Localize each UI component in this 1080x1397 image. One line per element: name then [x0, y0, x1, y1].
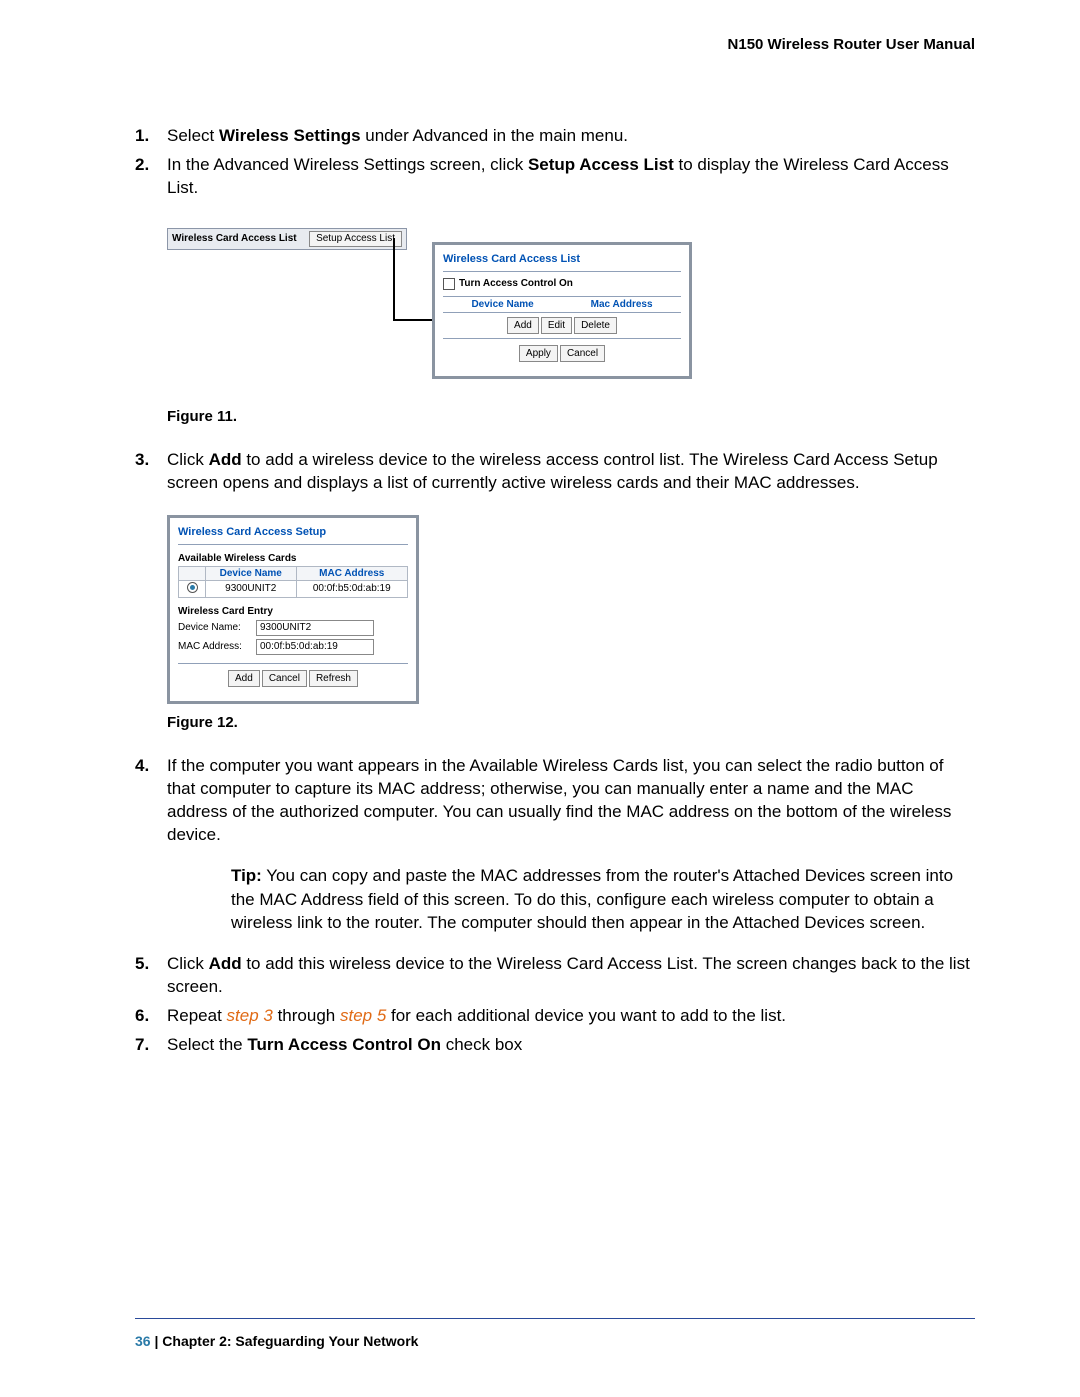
page-footer: 36 | Chapter 2: Safeguarding Your Networ…	[135, 1318, 975, 1349]
panel-title: Wireless Card Access List	[443, 251, 681, 271]
add-button[interactable]: Add	[507, 317, 539, 334]
step-text: through	[273, 1006, 340, 1025]
available-wireless-cards-label: Available Wireless Cards	[178, 553, 408, 564]
instruction-list: 4. If the computer you want appears in t…	[135, 755, 975, 1057]
panel-title: Wireless Card Access Setup	[178, 524, 408, 544]
tip-block: Tip: You can copy and paste the MAC addr…	[231, 864, 975, 934]
document-page: N150 Wireless Router User Manual 1. Sele…	[0, 0, 1080, 1397]
device-name-label: Device Name:	[178, 622, 256, 633]
step-link[interactable]: step 5	[340, 1006, 386, 1025]
step-text: for each additional device you want to a…	[386, 1006, 786, 1025]
step-7: 7. Select the Turn Access Control On che…	[135, 1034, 975, 1057]
step-3: 3. Click Add to add a wireless device to…	[135, 449, 975, 495]
wireless-card-access-list-panel: Wireless Card Access List Turn Access Co…	[432, 242, 692, 379]
step-bold: Setup Access List	[528, 155, 674, 174]
delete-button[interactable]: Delete	[574, 317, 617, 334]
step-text: Click	[167, 954, 209, 973]
col-device-name: Device Name	[471, 299, 533, 310]
page-header-title: N150 Wireless Router User Manual	[135, 36, 975, 53]
footer-buttons: Add Cancel Refresh	[178, 670, 408, 687]
add-button[interactable]: Add	[228, 670, 260, 687]
instruction-list: 3. Click Add to add a wireless device to…	[135, 449, 975, 495]
device-table-header: Device Name Mac Address	[443, 296, 681, 313]
step-text: to add this wireless device to the Wirel…	[167, 954, 970, 996]
available-cards-table: Device Name MAC Address 9300UNIT2 00:0f:…	[178, 566, 408, 598]
step-4: 4. If the computer you want appears in t…	[135, 755, 975, 935]
divider	[178, 544, 408, 545]
setup-access-list-button[interactable]: Setup Access List	[309, 231, 402, 247]
col-mac-address: Mac Address	[591, 299, 653, 310]
cancel-button[interactable]: Cancel	[262, 670, 307, 687]
mac-address-label: MAC Address:	[178, 641, 256, 652]
step-bold: Wireless Settings	[219, 126, 361, 145]
chapter-title: Chapter 2: Safeguarding Your Network	[162, 1333, 418, 1349]
step-1: 1. Select Wireless Settings under Advanc…	[135, 125, 975, 148]
figure-12-caption: Figure 12.	[167, 714, 975, 731]
wireless-card-entry-label: Wireless Card Entry	[178, 606, 408, 617]
step-text: In the Advanced Wireless Settings screen…	[167, 155, 528, 174]
step-number: 1.	[135, 125, 149, 148]
step-number: 5.	[135, 953, 149, 976]
step-number: 6.	[135, 1005, 149, 1028]
turn-access-control-checkbox[interactable]	[443, 278, 455, 290]
step-text: Select the	[167, 1035, 247, 1054]
tip-text: You can copy and paste the MAC addresses…	[231, 866, 953, 932]
col-mac-address: MAC Address	[296, 566, 408, 580]
row-buttons: Add Edit Delete	[443, 317, 681, 334]
step-bold: Add	[209, 450, 242, 469]
footer-rule	[135, 1318, 975, 1319]
figure-12-panel: Wireless Card Access Setup Available Wir…	[167, 515, 419, 704]
mac-address-row: MAC Address: 00:0f:b5:0d:ab:19	[178, 639, 408, 655]
divider	[443, 271, 681, 272]
footer-text: 36 | Chapter 2: Safeguarding Your Networ…	[135, 1333, 975, 1349]
step-text: Select	[167, 126, 219, 145]
col-device-name: Device Name	[206, 566, 297, 580]
edit-button[interactable]: Edit	[541, 317, 572, 334]
step-bold: Add	[209, 954, 242, 973]
tip-label: Tip:	[231, 866, 262, 885]
step-2: 2. In the Advanced Wireless Settings scr…	[135, 154, 975, 200]
footer-buttons: Apply Cancel	[443, 345, 681, 362]
step-text: check box	[441, 1035, 522, 1054]
device-name-input[interactable]: 9300UNIT2	[256, 620, 374, 636]
figure-11: Wireless Card Access List Setup Access L…	[167, 228, 975, 398]
wireless-card-access-list-row: Wireless Card Access List Setup Access L…	[167, 228, 407, 250]
step-6: 6. Repeat step 3 through step 5 for each…	[135, 1005, 975, 1028]
wcal-label: Wireless Card Access List	[172, 233, 297, 244]
step-text: Repeat	[167, 1006, 227, 1025]
mac-address-input[interactable]: 00:0f:b5:0d:ab:19	[256, 639, 374, 655]
divider	[178, 663, 408, 664]
figure-11-caption: Figure 11.	[167, 408, 975, 425]
cell-mac-address: 00:0f:b5:0d:ab:19	[296, 580, 408, 597]
step-text: Click	[167, 450, 209, 469]
device-name-row: Device Name: 9300UNIT2	[178, 620, 408, 636]
turn-access-control-checkbox-row: Turn Access Control On	[443, 278, 681, 290]
step-5: 5. Click Add to add this wireless device…	[135, 953, 975, 999]
cancel-button[interactable]: Cancel	[560, 345, 605, 362]
step-number: 3.	[135, 449, 149, 472]
step-number: 2.	[135, 154, 149, 177]
cell-device-name: 9300UNIT2	[206, 580, 297, 597]
step-text: to add a wireless device to the wireless…	[167, 450, 938, 492]
instruction-list: 1. Select Wireless Settings under Advanc…	[135, 125, 975, 200]
page-number: 36	[135, 1333, 151, 1349]
step-link[interactable]: step 3	[227, 1006, 273, 1025]
table-row: 9300UNIT2 00:0f:b5:0d:ab:19	[179, 580, 408, 597]
step-number: 4.	[135, 755, 149, 778]
refresh-button[interactable]: Refresh	[309, 670, 358, 687]
table-header-row: Device Name MAC Address	[179, 566, 408, 580]
step-text: If the computer you want appears in the …	[167, 756, 951, 844]
step-bold: Turn Access Control On	[247, 1035, 441, 1054]
step-text: under Advanced in the main menu.	[361, 126, 628, 145]
apply-button[interactable]: Apply	[519, 345, 558, 362]
divider	[443, 338, 681, 339]
checkbox-label: Turn Access Control On	[459, 278, 573, 289]
select-radio[interactable]	[187, 582, 198, 593]
step-number: 7.	[135, 1034, 149, 1057]
footer-sep: |	[151, 1333, 163, 1349]
